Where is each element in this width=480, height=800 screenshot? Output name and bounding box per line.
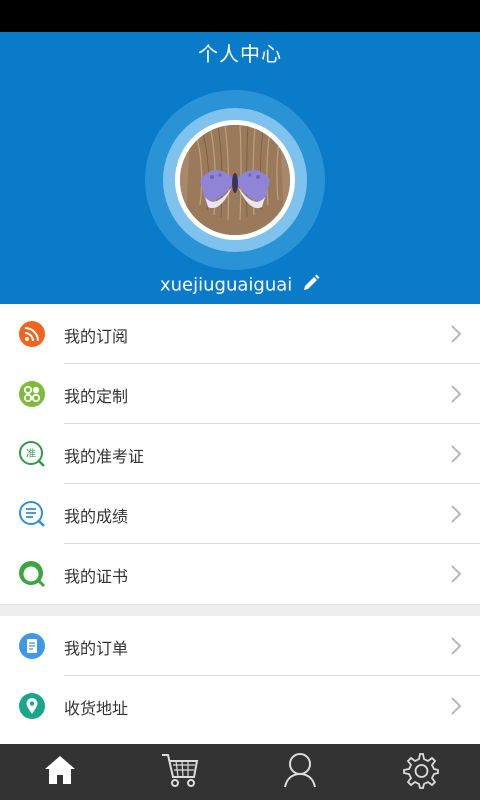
menu-item-label: 我的准考证 [64, 447, 145, 466]
cart-icon [160, 751, 200, 793]
page-title: 个人中心 [198, 42, 282, 66]
scores-icon [18, 500, 46, 528]
menu-item-scores[interactable]: 我的成绩 [0, 484, 480, 544]
chevron-right-icon [450, 696, 462, 716]
menu-item-certificates[interactable]: 我的证书 [0, 544, 480, 604]
tab-profile[interactable] [240, 750, 360, 794]
admission-ticket-icon: 准 [18, 440, 46, 468]
menu-item-label: 我的订单 [64, 639, 129, 658]
menu-item-shipping-address[interactable]: 收货地址 [0, 676, 480, 736]
menu-group-orders: 我的订单 收货地址 [0, 616, 480, 736]
menu-item-admission-ticket[interactable]: 准 我的准考证 [0, 424, 480, 484]
profile-header: 个人中心 xuejiuguaiguai [0, 32, 480, 304]
chevron-right-icon [450, 384, 462, 404]
order-icon [18, 632, 46, 660]
username-row: xuejiuguaiguai [0, 274, 480, 297]
menu-item-label: 我的订阅 [64, 327, 129, 346]
rss-icon [18, 320, 46, 348]
menu-item-subscriptions[interactable]: 我的订阅 [0, 304, 480, 364]
edit-pencil-icon[interactable] [302, 274, 320, 297]
home-icon [42, 752, 78, 792]
certificate-icon [18, 560, 46, 588]
menu-group-account: 我的订阅 我的定制 准 我的准考证 我的成绩 我的证书 [0, 304, 480, 604]
username: xuejiuguaiguai [159, 274, 293, 296]
avatar[interactable] [180, 125, 290, 235]
chevron-right-icon [450, 504, 462, 524]
menu-item-label: 我的证书 [64, 567, 129, 586]
chevron-right-icon [450, 636, 462, 656]
section-gap [0, 604, 480, 616]
menu-item-label: 收货地址 [64, 699, 129, 718]
gear-icon [401, 751, 439, 793]
tab-home[interactable] [0, 750, 120, 794]
menu-item-label: 我的成绩 [64, 507, 129, 526]
location-icon [18, 692, 46, 720]
chevron-right-icon [450, 444, 462, 464]
chevron-right-icon [450, 324, 462, 344]
chevron-right-icon [450, 564, 462, 584]
tab-cart[interactable] [120, 750, 240, 794]
menu-list: 我的订阅 我的定制 准 我的准考证 我的成绩 我的证书 我的订单 收货地址 [0, 304, 480, 736]
svg-text:准: 准 [26, 448, 36, 460]
tab-settings[interactable] [360, 750, 480, 794]
user-icon [282, 751, 318, 793]
customize-icon [18, 380, 46, 408]
menu-item-customization[interactable]: 我的定制 [0, 364, 480, 424]
status-bar [0, 0, 480, 32]
menu-item-label: 我的定制 [64, 387, 129, 406]
menu-item-orders[interactable]: 我的订单 [0, 616, 480, 676]
bottom-tab-bar [0, 744, 480, 800]
